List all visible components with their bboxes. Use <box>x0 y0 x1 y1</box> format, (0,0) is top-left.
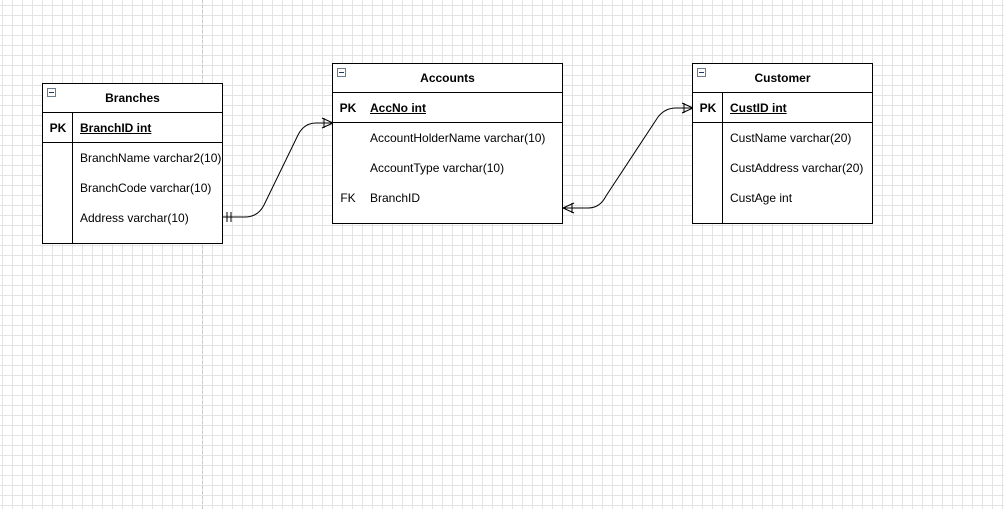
entity-customer[interactable]: Customer PK CustID int CustName varchar(… <box>692 63 873 224</box>
pk-row[interactable]: PK CustID int <box>693 93 872 123</box>
attribute-field: CustAge int <box>730 191 793 205</box>
relationship-branches-accounts[interactable] <box>223 117 334 222</box>
key-label <box>43 143 73 173</box>
entity-header[interactable]: Branches <box>43 84 222 113</box>
pk-label: PK <box>49 121 67 135</box>
key-label <box>693 183 723 213</box>
attribute-row[interactable]: BranchName varchar2(10) <box>43 143 222 173</box>
entity-branches[interactable]: Branches PK BranchID int BranchName varc… <box>42 83 223 244</box>
attribute-row[interactable]: CustName varchar(20) <box>693 123 872 153</box>
key-label <box>333 153 363 183</box>
key-label <box>43 173 73 203</box>
entity-title: Customer <box>754 71 811 85</box>
key-label <box>693 123 723 153</box>
attribute-field: BranchCode varchar(10) <box>80 181 212 195</box>
attribute-field: BranchID <box>370 191 421 205</box>
attribute-row[interactable]: BranchCode varchar(10) <box>43 173 222 203</box>
attribute-field: Address varchar(10) <box>80 211 189 225</box>
pk-field: BranchID int <box>80 121 152 135</box>
attribute-row[interactable]: AccountHolderName varchar(10) <box>333 123 562 153</box>
attribute-row[interactable]: AccountType varchar(10) <box>333 153 562 183</box>
column-divider <box>722 93 723 223</box>
attribute-row[interactable]: CustAddress varchar(20) <box>693 153 872 183</box>
attribute-row[interactable]: CustAge int <box>693 183 872 213</box>
relationship-accounts-customer[interactable] <box>562 102 694 214</box>
attribute-field: AccountType varchar(10) <box>370 161 505 175</box>
column-divider <box>72 113 73 243</box>
attribute-field: BranchName varchar2(10) <box>80 151 222 165</box>
entity-header[interactable]: Customer <box>693 64 872 93</box>
attribute-field: CustAddress varchar(20) <box>730 161 864 175</box>
fk-label: FK <box>340 191 356 205</box>
entity-accounts[interactable]: Accounts PK AccNo int AccountHolderName … <box>332 63 563 224</box>
collapse-icon[interactable] <box>697 68 706 77</box>
pk-row[interactable]: PK BranchID int <box>43 113 222 143</box>
attribute-row[interactable]: FK BranchID <box>333 183 562 213</box>
attribute-field: AccountHolderName varchar(10) <box>370 131 546 145</box>
pk-field: CustID int <box>730 101 787 115</box>
key-label <box>693 153 723 183</box>
pk-label: PK <box>699 101 717 115</box>
collapse-icon[interactable] <box>47 88 56 97</box>
key-label <box>333 123 363 153</box>
key-label <box>43 203 73 233</box>
entity-title: Accounts <box>420 71 475 85</box>
pk-label: PK <box>339 101 357 115</box>
collapse-icon[interactable] <box>337 68 346 77</box>
diagram-canvas[interactable]: Branches PK BranchID int BranchName varc… <box>0 0 1004 509</box>
pk-field: AccNo int <box>370 101 427 115</box>
attribute-field: CustName varchar(20) <box>730 131 852 145</box>
entity-header[interactable]: Accounts <box>333 64 562 93</box>
entity-title: Branches <box>105 91 160 105</box>
attribute-row[interactable]: Address varchar(10) <box>43 203 222 233</box>
pk-row[interactable]: PK AccNo int <box>333 93 562 123</box>
